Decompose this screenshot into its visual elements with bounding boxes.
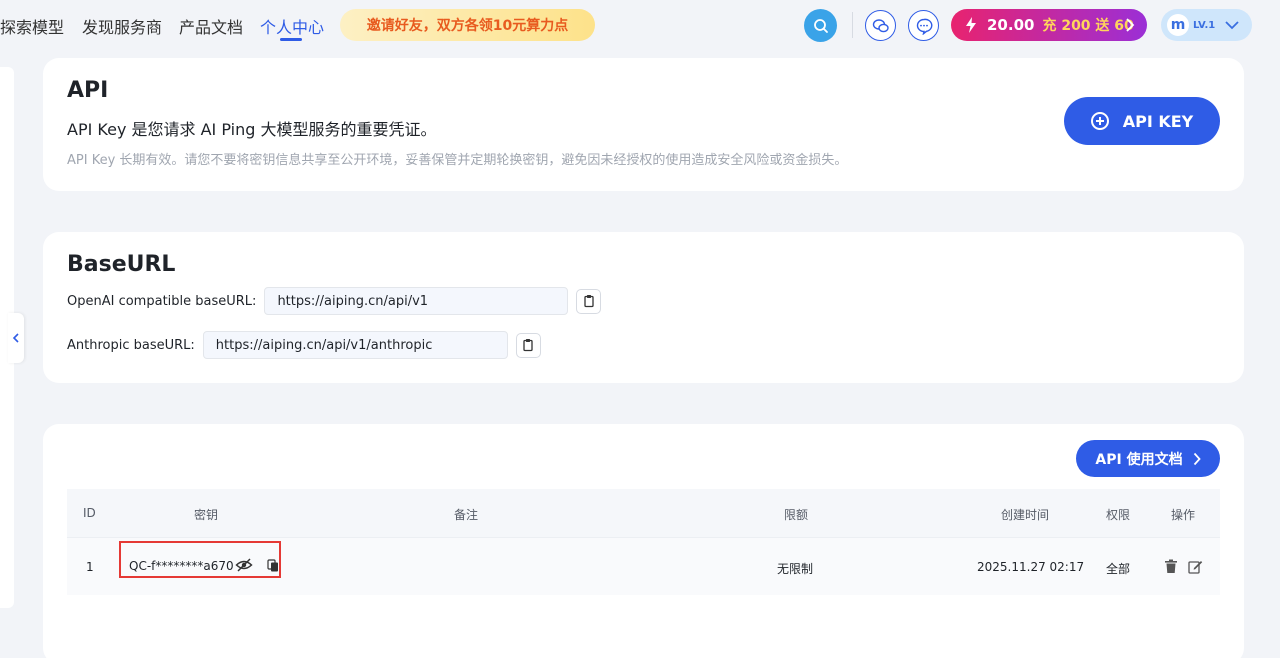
nav-product-docs[interactable]: 产品文档 (179, 14, 243, 38)
row-limit: 无限制 (777, 562, 814, 576)
search-icon (813, 18, 828, 33)
nav-explore-models[interactable]: 探索模型 (0, 14, 64, 38)
invite-banner[interactable]: 邀请好友，双方各领10元算力点 (340, 9, 595, 41)
openai-baseurl-field[interactable]: https://aiping.cn/api/v1 (264, 287, 569, 315)
lightning-icon (966, 17, 976, 33)
baseurl-card: BaseURL OpenAI compatible baseURL: https… (43, 232, 1244, 383)
api-keys-card: API 使用文档 ID 密钥 备注 限额 创建时间 权限 操作 1 QC-f**… (43, 424, 1244, 658)
openai-baseurl-label: OpenAI compatible baseURL: (67, 293, 257, 309)
create-api-key-button[interactable]: API KEY (1064, 97, 1220, 145)
nav-discover-providers[interactable]: 发现服务商 (82, 14, 162, 38)
edit-icon[interactable] (1188, 559, 1203, 574)
copy-icon (584, 295, 594, 308)
col-key: 密钥 (194, 508, 219, 522)
chevron-down-icon (1225, 21, 1239, 30)
create-api-key-label: API KEY (1122, 111, 1194, 131)
col-id: ID (83, 506, 96, 520)
active-tab-indicator (280, 38, 302, 41)
copy-icon (523, 339, 533, 352)
col-created: 创建时间 (1001, 508, 1050, 522)
avatar: m (1167, 14, 1189, 36)
wechat-button[interactable] (865, 10, 896, 41)
baseurl-title: BaseURL (67, 252, 176, 277)
balance-amount: 20.00 (987, 16, 1035, 34)
anthropic-baseurl-field[interactable]: https://aiping.cn/api/v1/anthropic (202, 331, 508, 359)
copy-openai-baseurl-button[interactable] (576, 288, 602, 314)
trash-icon[interactable] (1164, 559, 1178, 574)
api-subtitle: API Key 是您请求 AI Ping 大模型服务的重要凭证。 (67, 120, 437, 139)
key-highlight-box: QC-f********a670 (119, 541, 281, 578)
invite-text: 邀请好友，双方各领10元算力点 (366, 18, 569, 34)
col-note: 备注 (454, 508, 479, 522)
row-created: 2025.11.27 02:17 (977, 560, 1085, 574)
api-note: API Key 长期有效。请您不要将密钥信息共享至公开环境，妥善保管并定期轮换密… (67, 153, 848, 168)
col-scope: 权限 (1106, 508, 1131, 522)
row-scope: 全部 (1106, 562, 1131, 576)
copy-icon[interactable] (267, 559, 279, 572)
api-card: API API Key 是您请求 AI Ping 大模型服务的重要凭证。 API… (43, 58, 1244, 191)
eye-off-icon[interactable] (235, 558, 253, 572)
recharge-promo: 充 200 送 60 (1042, 18, 1134, 34)
api-title: API (67, 78, 109, 103)
api-keys-table: ID 密钥 备注 限额 创建时间 权限 操作 1 QC-f********a67… (67, 489, 1220, 595)
user-level-badge: LV.1 (1193, 19, 1216, 31)
anthropic-baseurl-row: Anthropic baseURL: https://aiping.cn/api… (67, 331, 541, 359)
api-docs-button[interactable]: API 使用文档 (1076, 440, 1220, 477)
nav-personal-center[interactable]: 个人中心 (260, 14, 324, 38)
chevron-right-icon (1126, 18, 1135, 32)
col-actions: 操作 (1171, 508, 1196, 522)
anthropic-baseurl-label: Anthropic baseURL: (67, 337, 195, 353)
wechat-icon (872, 18, 889, 32)
chevron-left-icon (12, 333, 19, 343)
top-nav: 探索模型 发现服务商 产品文档 个人中心 邀请好友，双方各领10元算力点 20.… (0, 0, 1280, 50)
table-header: ID 密钥 备注 限额 创建时间 权限 操作 (67, 489, 1220, 537)
sidebar-toggle[interactable] (8, 313, 24, 363)
search-button[interactable] (804, 9, 837, 42)
message-button[interactable] (908, 10, 939, 41)
row-key: QC-f********a670 (129, 559, 234, 573)
plus-circle-icon (1090, 112, 1109, 130)
openai-baseurl-row: OpenAI compatible baseURL: https://aipin… (67, 287, 602, 315)
chat-icon (916, 18, 932, 35)
col-limit: 限额 (784, 508, 809, 522)
user-menu[interactable]: m LV.1 (1161, 9, 1252, 41)
api-docs-label: API 使用文档 (1095, 451, 1183, 468)
nav-divider (852, 12, 853, 38)
chevron-right-icon (1193, 452, 1201, 465)
copy-anthropic-baseurl-button[interactable] (515, 332, 541, 358)
row-id: 1 (86, 560, 94, 574)
table-row: 1 QC-f********a670 无限制 2025.11.27 02:17 … (67, 537, 1220, 595)
recharge-button[interactable]: 20.00 充 200 送 60 (951, 9, 1147, 41)
